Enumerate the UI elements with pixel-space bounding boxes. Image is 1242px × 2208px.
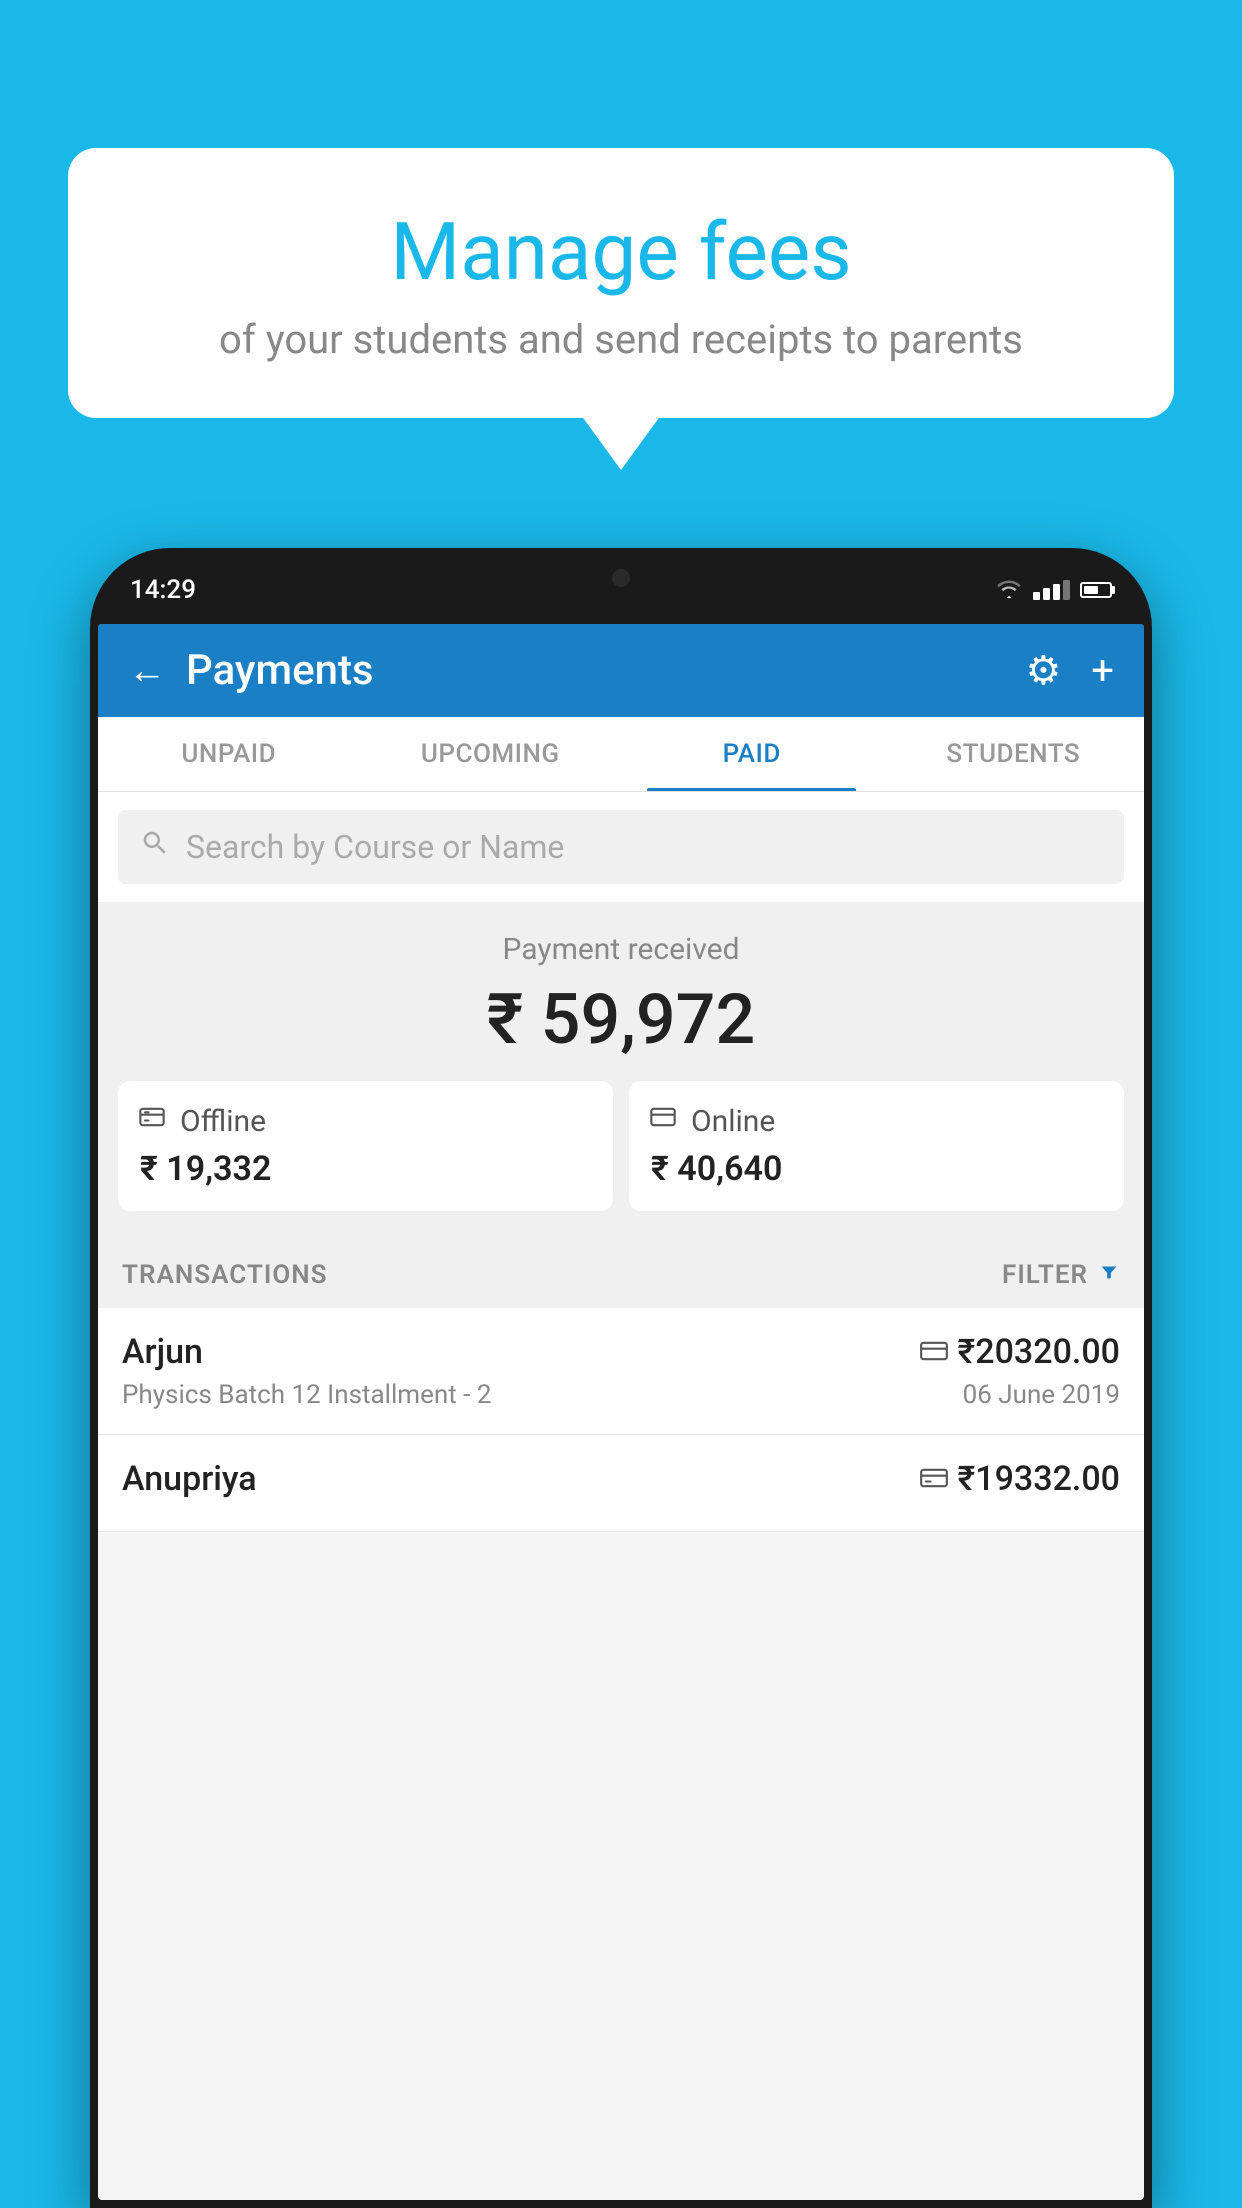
online-card-top: Online bbox=[647, 1103, 1106, 1139]
transaction-top-1: Arjun ₹20320.00 bbox=[122, 1332, 1120, 1372]
tab-bar: UNPAID UPCOMING PAID STUDENTS bbox=[98, 717, 1144, 792]
online-card: Online ₹ 40,640 bbox=[629, 1081, 1124, 1211]
search-icon bbox=[140, 828, 170, 866]
transaction-row-2[interactable]: Anupriya ₹19332.00 bbox=[98, 1435, 1144, 1532]
online-icon bbox=[647, 1103, 679, 1139]
transaction-offline-icon-2 bbox=[920, 1463, 948, 1496]
offline-amount: ₹ 19,332 bbox=[136, 1149, 595, 1189]
search-placeholder: Search by Course or Name bbox=[186, 828, 564, 866]
online-amount: ₹ 40,640 bbox=[647, 1149, 1106, 1189]
tab-paid[interactable]: PAID bbox=[621, 717, 883, 791]
offline-card: Offline ₹ 19,332 bbox=[118, 1081, 613, 1211]
battery-icon bbox=[1080, 582, 1112, 598]
transaction-bottom-1: Physics Batch 12 Installment - 2 06 June… bbox=[122, 1380, 1120, 1410]
header-left: ← Payments bbox=[128, 646, 374, 695]
transaction-amount-row-1: ₹20320.00 bbox=[920, 1332, 1120, 1372]
add-button[interactable]: + bbox=[1091, 647, 1114, 694]
signal-icon bbox=[1033, 580, 1070, 600]
payment-summary: Payment received ₹ 59,972 bbox=[98, 902, 1144, 1236]
settings-icon[interactable]: ⚙ bbox=[1025, 647, 1061, 694]
app-header: ← Payments ⚙ + bbox=[98, 624, 1144, 717]
transaction-amount-2: ₹19332.00 bbox=[958, 1459, 1120, 1499]
transaction-top-2: Anupriya ₹19332.00 bbox=[122, 1459, 1120, 1499]
transaction-row[interactable]: Arjun ₹20320.00 Physics Batch 12 Install… bbox=[98, 1308, 1144, 1435]
phone-screen: ← Payments ⚙ + UNPAID UPCOMING PAID STUD… bbox=[98, 624, 1144, 2200]
tab-upcoming[interactable]: UPCOMING bbox=[360, 717, 622, 791]
phone-frame: 14:29 bbox=[90, 548, 1152, 2208]
transaction-amount-row-2: ₹19332.00 bbox=[920, 1459, 1120, 1499]
transactions-label: TRANSACTIONS bbox=[122, 1260, 328, 1290]
transactions-header: TRANSACTIONS FILTER bbox=[98, 1236, 1144, 1308]
offline-icon bbox=[136, 1103, 168, 1139]
status-bar: 14:29 bbox=[98, 556, 1144, 624]
back-button[interactable]: ← bbox=[128, 649, 166, 693]
status-icons bbox=[995, 579, 1112, 601]
tab-unpaid[interactable]: UNPAID bbox=[98, 717, 360, 791]
payment-total-amount: ₹ 59,972 bbox=[118, 979, 1124, 1061]
bubble-title: Manage fees bbox=[118, 208, 1124, 296]
payment-received-label: Payment received bbox=[118, 932, 1124, 967]
header-title: Payments bbox=[186, 646, 374, 695]
offline-label: Offline bbox=[180, 1104, 266, 1139]
header-right: ⚙ + bbox=[1025, 647, 1114, 694]
search-bar[interactable]: Search by Course or Name bbox=[118, 810, 1124, 884]
transaction-name-2: Anupriya bbox=[122, 1459, 257, 1499]
wifi-icon bbox=[995, 579, 1023, 601]
search-container: Search by Course or Name bbox=[98, 792, 1144, 902]
status-time: 14:29 bbox=[130, 575, 196, 605]
transaction-amount-1: ₹20320.00 bbox=[958, 1332, 1120, 1372]
transaction-date-1: 06 June 2019 bbox=[963, 1380, 1120, 1410]
notch bbox=[561, 556, 681, 600]
offline-card-top: Offline bbox=[136, 1103, 595, 1139]
filter-label: FILTER bbox=[1002, 1260, 1088, 1290]
camera bbox=[612, 569, 630, 587]
speech-bubble: Manage fees of your students and send re… bbox=[68, 148, 1174, 418]
bubble-subtitle: of your students and send receipts to pa… bbox=[118, 316, 1124, 363]
payment-cards: Offline ₹ 19,332 Online bbox=[118, 1081, 1124, 1211]
tab-students[interactable]: STUDENTS bbox=[883, 717, 1145, 791]
filter-icon bbox=[1098, 1260, 1120, 1290]
transaction-course-1: Physics Batch 12 Installment - 2 bbox=[122, 1380, 491, 1410]
transaction-card-icon-1 bbox=[920, 1336, 948, 1369]
online-label: Online bbox=[691, 1104, 775, 1139]
filter-container[interactable]: FILTER bbox=[1002, 1260, 1120, 1290]
transaction-name-1: Arjun bbox=[122, 1332, 203, 1372]
